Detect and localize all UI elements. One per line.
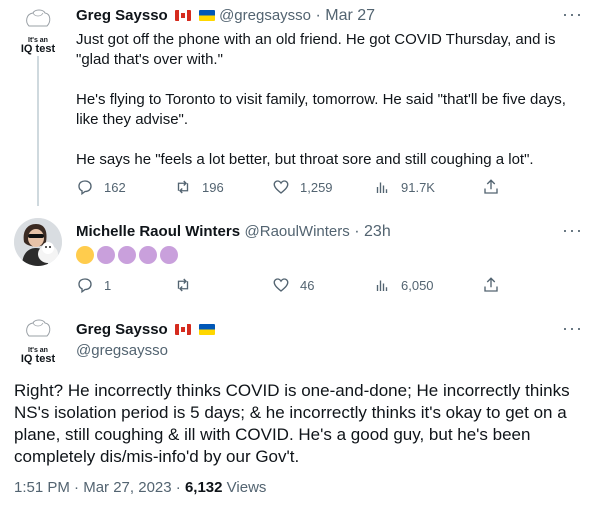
heart-icon [273, 278, 289, 292]
view-count[interactable]: 6,132 [185, 479, 223, 496]
reply-button[interactable]: 1 [76, 276, 111, 294]
woman-facepalming-icon [160, 246, 178, 264]
retweet-icon [177, 180, 189, 194]
like-button[interactable]: 46 [272, 276, 314, 294]
views-button[interactable]: 91.7K [373, 178, 435, 196]
views-button[interactable]: 6,050 [373, 276, 434, 294]
thread-connector [37, 56, 39, 206]
tweet-time[interactable]: 1:51 PM [14, 479, 70, 496]
views-label: Views [226, 479, 267, 496]
author-name[interactable]: Michelle Raoul Winters [76, 223, 240, 240]
more-options-icon[interactable]: ··· [562, 4, 583, 25]
disappointed-face-icon [76, 246, 94, 264]
reply-button[interactable]: 162 [76, 178, 126, 196]
author-handle[interactable]: @gregsaysso [219, 7, 311, 24]
avatar-iq-test-logo[interactable]: It's an IQ test [14, 318, 62, 366]
tweet1-header: Greg Saysso @gregsaysso · Mar 27 [76, 6, 375, 26]
tweet-time[interactable]: Mar 27 [325, 7, 375, 24]
tweet1-text: Just got off the phone with an old frien… [76, 31, 566, 168]
tweet3-header: Greg Saysso [76, 320, 215, 340]
retweet-count: 196 [202, 179, 224, 195]
separator: · [315, 7, 321, 24]
canada-flag-icon [175, 10, 192, 21]
separator: · [354, 223, 360, 240]
like-button[interactable]: 1,259 [272, 178, 333, 196]
tweet2-actions: 1 46 6,050 [76, 276, 506, 298]
share-button[interactable] [482, 276, 500, 294]
more-options-icon[interactable]: ··· [562, 318, 583, 339]
view-count: 91.7K [401, 179, 435, 195]
tweet2-header: Michelle Raoul Winters @RaoulWinters · 2… [76, 222, 391, 242]
author-name[interactable]: Greg Saysso [76, 321, 168, 338]
avatar-photo[interactable] [14, 218, 62, 266]
tweet2-emojis [76, 246, 181, 264]
author-handle[interactable]: @RaoulWinters [245, 223, 350, 240]
author-name[interactable]: Greg Saysso [76, 7, 168, 24]
reply-count: 1 [104, 277, 112, 293]
avatar-iq-test-logo[interactable]: It's an IQ test [14, 8, 62, 56]
retweet-button[interactable]: 196 [174, 178, 224, 196]
profile-photo-image [14, 218, 62, 266]
share-icon [484, 277, 498, 292]
tweet3-meta: 1:51 PM · Mar 27, 2023 · 6,132 Views [14, 479, 266, 496]
author-handle[interactable]: @gregsaysso [76, 342, 168, 359]
tweet3-text: Right? He incorrectly thinks COVID is on… [14, 381, 570, 466]
analytics-icon [376, 280, 388, 291]
ukraine-flag-icon [198, 10, 215, 21]
ukraine-flag-icon [198, 324, 215, 335]
separator: · [175, 479, 181, 496]
share-button[interactable] [482, 178, 500, 196]
brain-icon [26, 319, 51, 337]
like-count: 46 [300, 277, 315, 293]
heart-icon [273, 180, 289, 194]
reply-count: 162 [104, 179, 126, 195]
more-options-icon[interactable]: ··· [562, 220, 583, 241]
canada-flag-icon [175, 324, 192, 335]
separator: · [74, 479, 80, 496]
logo-title: IQ test [20, 353, 56, 365]
woman-facepalming-icon [118, 246, 136, 264]
analytics-icon [376, 182, 388, 193]
reply-icon [78, 278, 92, 294]
woman-facepalming-icon [97, 246, 115, 264]
retweet-icon [177, 278, 189, 292]
woman-facepalming-icon [139, 246, 157, 264]
share-icon [484, 179, 498, 194]
like-count: 1,259 [300, 179, 333, 195]
retweet-button[interactable] [174, 276, 202, 294]
brain-icon [26, 9, 51, 27]
logo-title: IQ test [20, 43, 56, 55]
view-count: 6,050 [401, 277, 434, 293]
tweet1-actions: 162 196 1,259 91.7K [76, 178, 506, 200]
reply-icon [78, 180, 92, 196]
tweet-time[interactable]: 23h [364, 223, 391, 240]
tweet-date[interactable]: Mar 27, 2023 [83, 479, 171, 496]
